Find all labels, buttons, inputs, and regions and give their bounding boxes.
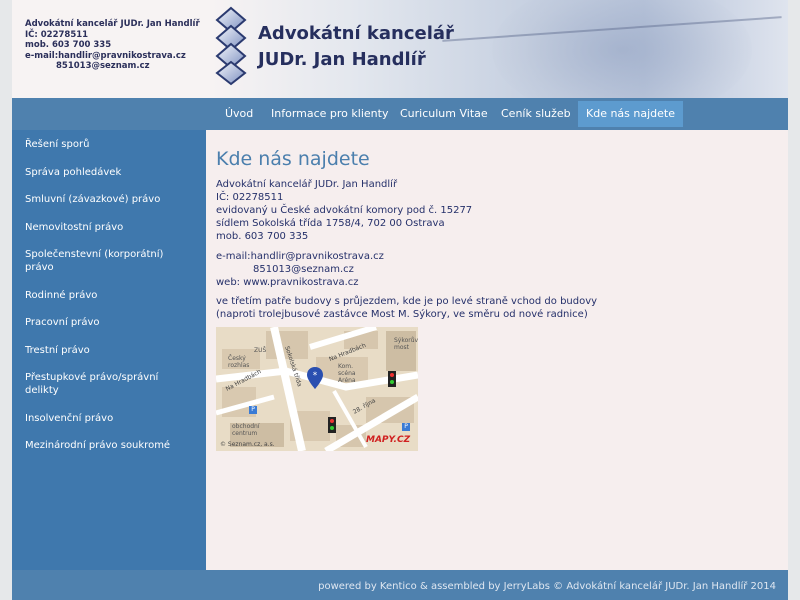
sidebar-item-reseni-sporu[interactable]: Řešení sporů — [25, 138, 195, 151]
mapy-cz-logo[interactable]: MAPY.CZ — [366, 435, 410, 445]
header: Advokátní kancelář JUDr. Jan Handlíř IČ:… — [12, 0, 788, 98]
contact-block: e-mail:handlir@pravnikostrava.cz 851013@… — [216, 250, 384, 289]
main-content: Kde nás najdete Advokátní kancelář JUDr.… — [206, 130, 788, 570]
top-navigation: Úvod Informace pro klienty Curiculum Vit… — [12, 98, 788, 130]
address-line: sídlem Sokolská třída 1758/4, 702 00 Ost… — [216, 218, 445, 229]
firm-title-line-1: Advokátní kancelář — [258, 23, 454, 44]
diamond-chain-logo-icon — [215, 6, 247, 86]
header-contact-mobile: mob. 603 700 335 — [25, 40, 112, 50]
firm-title: Advokátní kancelář JUDr. Jan Handlíř — [258, 21, 454, 73]
nav-item-informace-pro-klienty[interactable]: Informace pro klienty — [263, 101, 396, 127]
email-label: e-mail: — [216, 251, 251, 262]
address-line: evidovaný u České advokátní komory pod č… — [216, 205, 473, 216]
page: Advokátní kancelář JUDr. Jan Handlíř IČ:… — [12, 0, 788, 600]
sidebar-item-sprava-pohledavek[interactable]: Správa pohledávek — [25, 166, 195, 179]
header-contact-email[interactable]: e-mail:handlir@pravnikostrava.cz — [25, 51, 200, 62]
email-link-2[interactable]: 851013@seznam.cz — [216, 263, 384, 276]
directions-line-1: ve třetím patře budovy s průjezdem, kde … — [216, 296, 598, 307]
address-line: Advokátní kancelář JUDr. Jan Handlíř — [216, 179, 398, 190]
location-pin-icon[interactable]: * — [307, 367, 323, 389]
address-line: IČ: 02278511 — [216, 192, 284, 203]
header-contact-block: Advokátní kancelář JUDr. Jan Handlíř IČ:… — [25, 19, 200, 72]
address-block: Advokátní kancelář JUDr. Jan Handlíř IČ:… — [216, 178, 472, 243]
email-link-1[interactable]: handlir@pravnikostrava.cz — [251, 251, 384, 262]
footer-credits: powered by Kentico & assembled by JerryL… — [318, 581, 776, 592]
footer: powered by Kentico & assembled by JerryL… — [12, 570, 788, 600]
sidebar-item-spolecenstevni-pravo[interactable]: Společenstevní (korporátní) právo — [25, 248, 195, 274]
parking-icon: P — [249, 406, 257, 414]
header-contact-ic: IČ: 02278511 — [25, 29, 89, 40]
map-label-obchodni-centrum: obchodní centrum — [232, 423, 260, 437]
sidebar-item-trestni-pravo[interactable]: Trestní právo — [25, 344, 195, 357]
traffic-light-icon — [328, 417, 336, 433]
sidebar-item-smluvni-pravo[interactable]: Smluvní (závazkové) právo — [25, 193, 195, 206]
email-row: e-mail:handlir@pravnikostrava.cz — [216, 250, 384, 263]
justice-statue-image — [492, 0, 752, 98]
map-copyright: © Seznam.cz, a.s. — [220, 441, 275, 448]
page-title: Kde nás najdete — [216, 148, 370, 170]
address-line: mob. 603 700 335 — [216, 231, 309, 242]
map-label-cesky-rozhlas: Český rozhlas — [228, 355, 250, 369]
location-map[interactable]: Český rozhlas ZUŠ Na Hradbách Sokolská t… — [216, 327, 418, 451]
nav-item-uvod[interactable]: Úvod — [217, 101, 261, 127]
firm-title-line-2: JUDr. Jan Handlíř — [258, 49, 426, 70]
sidebar-item-prestupkove-pravo[interactable]: Přestupkové právo/správní delikty — [25, 371, 195, 397]
directions-block: ve třetím patře budovy s průjezdem, kde … — [216, 295, 597, 321]
svg-text:*: * — [313, 371, 318, 381]
map-label-sykoruv-most: Sýkorův most — [394, 337, 418, 351]
nav-item-curiculum-vitae[interactable]: Curiculum Vitae — [392, 101, 496, 127]
directions-line-2: (naproti trolejbusové zastávce Most M. S… — [216, 309, 588, 320]
nav-item-cenik-sluzeb[interactable]: Ceník služeb — [493, 101, 579, 127]
sidebar-item-pracovni-pravo[interactable]: Pracovní právo — [25, 316, 195, 329]
sidebar-item-rodinne-pravo[interactable]: Rodinné právo — [25, 289, 195, 302]
sidebar-item-mezinarodni-pravo[interactable]: Mezinárodní právo soukromé — [25, 439, 195, 452]
sidebar-item-nemovitostni-pravo[interactable]: Nemovitostní právo — [25, 221, 195, 234]
header-contact-name: Advokátní kancelář JUDr. Jan Handlíř — [25, 19, 200, 29]
web-link[interactable]: web: www.pravnikostrava.cz — [216, 276, 384, 289]
map-label-kom-scena-arena: Kom. scéna Aréna — [338, 363, 356, 384]
nav-item-kde-nas-najdete[interactable]: Kde nás najdete — [578, 101, 683, 127]
traffic-light-icon — [388, 371, 396, 387]
sidebar: Řešení sporů Správa pohledávek Smluvní (… — [12, 130, 206, 570]
map-label-zus: ZUŠ — [254, 347, 267, 354]
parking-icon: P — [402, 423, 410, 431]
sidebar-item-insolvencni-pravo[interactable]: Insolvenční právo — [25, 412, 195, 425]
header-contact-email-2[interactable]: 851013@seznam.cz — [25, 61, 200, 72]
